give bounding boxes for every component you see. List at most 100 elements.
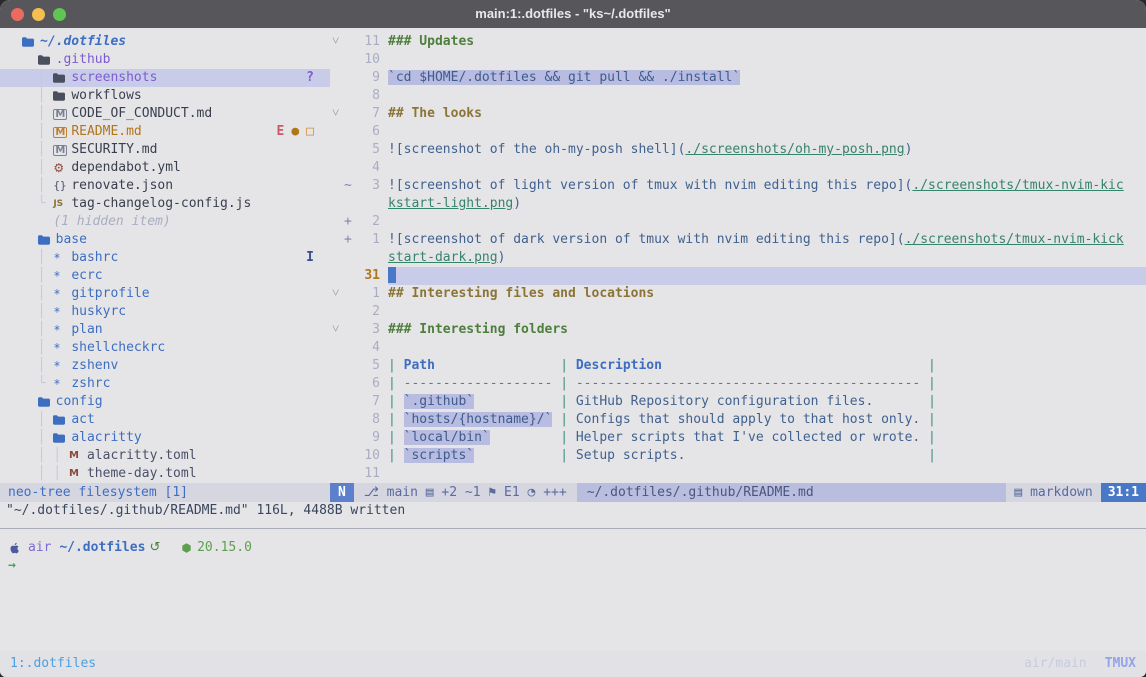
git-sign bbox=[344, 447, 356, 465]
editor-line[interactable]: 6 bbox=[330, 123, 1146, 141]
gutter-gap bbox=[380, 285, 388, 303]
indent-guide: │ bbox=[22, 177, 53, 195]
editor-line[interactable]: 8| `hosts/{hostname}/` | Configs that sh… bbox=[330, 411, 1146, 429]
editor-line[interactable]: ~3![screenshot of light version of tmux … bbox=[330, 177, 1146, 195]
tree-item-shellcheckrc[interactable]: │ *shellcheckrc bbox=[0, 339, 330, 357]
editor-line[interactable]: 5![screenshot of the oh-my-posh shell](.… bbox=[330, 141, 1146, 159]
tree-item-alacritty.toml[interactable]: │ │ Malacritty.toml bbox=[0, 447, 330, 465]
text-segment-link[interactable]: ./screenshots/tmux-nvim-kick bbox=[905, 232, 1124, 247]
tree-item-renovate.json[interactable]: │ {}renovate.json bbox=[0, 177, 330, 195]
editor-line[interactable]: ˅11### Updates bbox=[330, 33, 1146, 51]
editor-line[interactable]: +1![screenshot of dark version of tmux w… bbox=[330, 231, 1146, 249]
text-segment-pipe: | bbox=[552, 358, 575, 373]
tree-item-alacritty[interactable]: │ alacritty bbox=[0, 429, 330, 447]
tree-item-dependabot.yml[interactable]: │ ⚙dependabot.yml bbox=[0, 159, 330, 177]
editor-line-current[interactable]: 31 bbox=[330, 267, 1146, 285]
tree-item-gitprofile[interactable]: │ *gitprofile bbox=[0, 285, 330, 303]
git-sign bbox=[344, 105, 356, 123]
fold-marker[interactable]: ˅ bbox=[332, 321, 344, 339]
filetype-label: markdown bbox=[1030, 485, 1093, 500]
text-segment-link[interactable]: start-dark.png bbox=[388, 250, 498, 265]
folder-icon bbox=[38, 55, 52, 65]
tree-item-.github[interactable]: .github bbox=[0, 51, 330, 69]
item-status-badges: ? bbox=[306, 69, 314, 87]
editor-line[interactable]: 10| `scripts` | Setup scripts. | bbox=[330, 447, 1146, 465]
editor-line[interactable]: 4 bbox=[330, 339, 1146, 357]
text-segment-pipe: | bbox=[920, 412, 936, 427]
indent-guide: │ bbox=[22, 321, 53, 339]
editor-line[interactable]: ˅7## The looks bbox=[330, 105, 1146, 123]
line-number: 2 bbox=[356, 303, 380, 321]
fold-marker bbox=[332, 69, 344, 87]
tree-item-base[interactable]: base bbox=[0, 231, 330, 249]
tree-item--.dotfiles[interactable]: ~/.dotfiles bbox=[0, 33, 330, 51]
fold-marker[interactable]: ˅ bbox=[332, 33, 344, 51]
tree-item-huskyrc[interactable]: │ *huskyrc bbox=[0, 303, 330, 321]
editor-line[interactable]: 10 bbox=[330, 51, 1146, 69]
editor-line[interactable]: 11 bbox=[330, 465, 1146, 483]
text-segment-link[interactable]: ./screenshots/oh-my-posh.png bbox=[685, 142, 904, 157]
line-text: ![screenshot of light version of tmux wi… bbox=[388, 177, 1146, 195]
line-number: 31 bbox=[356, 267, 380, 285]
editor-buffer[interactable]: ˅11### Updates109`cd $HOME/.dotfiles && … bbox=[330, 28, 1146, 483]
gutter-gap bbox=[380, 339, 388, 357]
tree-item-plan[interactable]: │ *plan bbox=[0, 321, 330, 339]
fold-marker bbox=[332, 339, 344, 357]
git-sign bbox=[344, 285, 356, 303]
tree-item-label: gitprofile bbox=[71, 285, 149, 303]
indent-guide: │ bbox=[22, 249, 53, 267]
text-segment-body: Configs that should apply to that host o… bbox=[576, 412, 920, 427]
shell-pane[interactable]: air ~/.dotfiles ↺ 20.15.0 → bbox=[0, 529, 1146, 575]
editor-line[interactable]: kstart-light.png) bbox=[330, 195, 1146, 213]
text-segment-link[interactable]: ./screenshots/tmux-nvim-kic bbox=[912, 178, 1123, 193]
editor-line[interactable]: start-dark.png) bbox=[330, 249, 1146, 267]
tree-item-code-of-conduct.md[interactable]: │ MCODE_OF_CONDUCT.md bbox=[0, 105, 330, 123]
tree-item-theme-day.toml[interactable]: │ │ Mtheme-day.toml bbox=[0, 465, 330, 483]
shell-input-line[interactable]: → bbox=[8, 557, 1146, 575]
editor-line[interactable]: 9| `local/bin` | Helper scripts that I'v… bbox=[330, 429, 1146, 447]
text-segment-code: `local/bin` bbox=[404, 430, 490, 445]
tree-item-screenshots[interactable]: │ screenshots? bbox=[0, 69, 330, 87]
text-segment-link[interactable]: kstart-light.png bbox=[388, 196, 513, 211]
fold-marker bbox=[332, 249, 344, 267]
editor-line[interactable]: +2 bbox=[330, 213, 1146, 231]
gutter-gap bbox=[380, 249, 388, 267]
line-number: 6 bbox=[356, 375, 380, 393]
text-segment-body bbox=[873, 394, 920, 409]
tree-item-config[interactable]: config bbox=[0, 393, 330, 411]
tree-item-workflows[interactable]: │ workflows bbox=[0, 87, 330, 105]
editor-line[interactable]: 7| `.github` | GitHub Repository configu… bbox=[330, 393, 1146, 411]
text-segment-body: Helper scripts that I've collected or wr… bbox=[576, 430, 920, 445]
line-text: `cd $HOME/.dotfiles && git pull && ./ins… bbox=[388, 69, 1146, 87]
folder-icon bbox=[38, 235, 52, 245]
text-segment-pipe: | bbox=[920, 376, 936, 391]
tree-item-zshenv[interactable]: │ *zshenv bbox=[0, 357, 330, 375]
gutter-gap bbox=[380, 87, 388, 105]
tree-item-act[interactable]: │ act bbox=[0, 411, 330, 429]
gutter-gap bbox=[380, 33, 388, 51]
tree-item-ecrc[interactable]: │ *ecrc bbox=[0, 267, 330, 285]
editor-line[interactable]: 4 bbox=[330, 159, 1146, 177]
tree-item-zshrc[interactable]: └ *zshrc bbox=[0, 375, 330, 393]
tree-item-tag-changelog-config.js[interactable]: └ JStag-changelog-config.js bbox=[0, 195, 330, 213]
tree-item-bashrc[interactable]: │ *bashrcI bbox=[0, 249, 330, 267]
editor-line[interactable]: 6| ------------------- | ---------------… bbox=[330, 375, 1146, 393]
line-text: ## The looks bbox=[388, 105, 1146, 123]
tree-item-security.md[interactable]: │ MSECURITY.md bbox=[0, 141, 330, 159]
editor-line[interactable]: 2 bbox=[330, 303, 1146, 321]
tree-item--1-hidden-item-[interactable]: (1 hidden item) bbox=[0, 213, 330, 231]
star-icon: * bbox=[53, 249, 67, 267]
fold-marker[interactable]: ˅ bbox=[332, 285, 344, 303]
editor-line[interactable]: 8 bbox=[330, 87, 1146, 105]
tree-item-readme.md[interactable]: │ MREADME.mdE●□ bbox=[0, 123, 330, 141]
tmux-window-tab[interactable]: 1:.dotfiles bbox=[10, 655, 96, 673]
fold-marker[interactable]: ˅ bbox=[332, 105, 344, 123]
editor-line[interactable]: 5| Path | Description | bbox=[330, 357, 1146, 375]
editor-line[interactable]: ˅1## Interesting files and locations bbox=[330, 285, 1146, 303]
line-text: ### Updates bbox=[388, 33, 1146, 51]
git-diff-stats: ▤ +2 ~1 bbox=[426, 485, 481, 500]
editor-line[interactable]: 9`cd $HOME/.dotfiles && git pull && ./in… bbox=[330, 69, 1146, 87]
gutter-gap bbox=[380, 231, 388, 249]
editor-line[interactable]: ˅3### Interesting folders bbox=[330, 321, 1146, 339]
text-segment-pipe: | bbox=[552, 376, 575, 391]
